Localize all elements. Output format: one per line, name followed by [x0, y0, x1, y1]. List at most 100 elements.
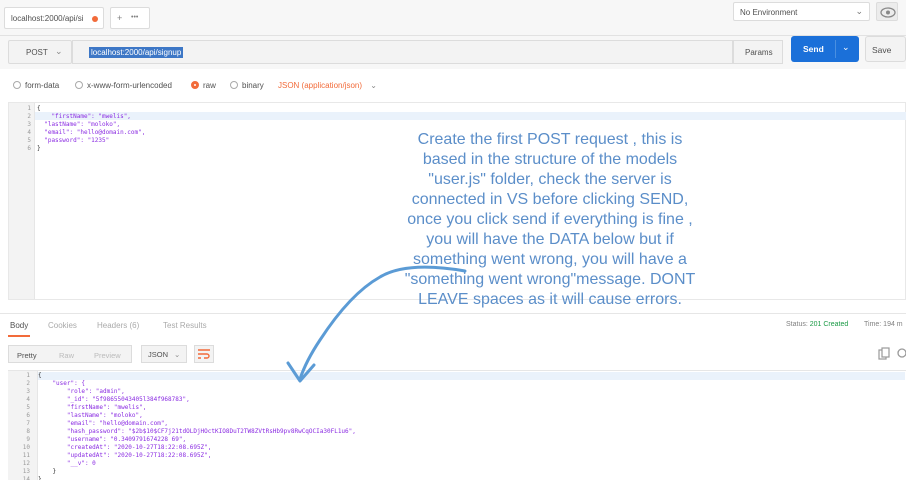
send-divider — [835, 40, 836, 58]
wrap-lines-button[interactable] — [194, 345, 214, 363]
line-number: 5 — [26, 404, 30, 411]
line-number: 4 — [27, 129, 31, 136]
method-label: POST — [26, 48, 48, 57]
code-line: } — [37, 145, 41, 152]
active-tab-underline — [8, 335, 30, 337]
save-button[interactable]: Save — [865, 36, 906, 62]
tab-body[interactable]: Body — [10, 321, 28, 330]
code-line: { — [37, 105, 41, 112]
view-raw-button[interactable]: Raw — [59, 351, 74, 360]
environment-select[interactable]: No Environment ⌄ — [733, 2, 870, 21]
status-value: 201 Created — [809, 321, 849, 328]
code-line: } — [38, 468, 57, 475]
view-mode-group: Pretty Raw Preview — [8, 345, 132, 363]
line-number: 14 — [22, 476, 30, 480]
response-format-select[interactable]: JSON ⌄ — [141, 345, 187, 363]
url-text: localhost:2000/api/signup — [89, 47, 184, 58]
radio-icon — [75, 81, 83, 89]
chevron-down-icon[interactable]: ⌄ — [842, 42, 850, 53]
annotation-arrow-icon — [286, 265, 467, 383]
line-number: 8 — [26, 428, 30, 435]
radio-selected-icon — [191, 81, 199, 89]
radio-icon — [13, 81, 21, 89]
code-line: "username": "0.3409791674228 69", — [38, 436, 187, 443]
radio-label: binary — [242, 81, 264, 90]
line-number: 12 — [22, 460, 30, 467]
code-line: "updatedAt": "2020-10-27T18:22:08.695Z", — [38, 452, 212, 459]
code-line: } — [38, 476, 42, 480]
radio-label: form-data — [25, 81, 60, 90]
send-label: Send — [803, 44, 824, 54]
send-button[interactable]: Send ⌄ — [791, 36, 859, 62]
code-line: "__v": 0 — [38, 460, 96, 467]
chevron-down-icon: ⌄ — [370, 81, 377, 90]
content-type-select[interactable]: JSON (application/json) ⌄ — [278, 81, 377, 90]
line-number: 2 — [27, 113, 31, 120]
chevron-down-icon: ⌄ — [855, 6, 863, 16]
line-number: 1 — [27, 105, 31, 112]
line-number: 13 — [22, 468, 30, 475]
more-tabs-button[interactable]: ••• — [131, 14, 138, 21]
tab-headers[interactable]: Headers (6) — [97, 321, 139, 330]
line-number: 4 — [26, 396, 30, 403]
params-label: Params — [745, 48, 773, 57]
line-number: 7 — [26, 420, 30, 427]
chevron-down-icon: ⌄ — [174, 350, 181, 359]
code-line: { — [38, 372, 42, 379]
view-pretty-button[interactable]: Pretty — [17, 351, 37, 360]
copy-icon[interactable] — [878, 347, 890, 360]
line-gutter: 1 2 3 4 5 6 7 8 9 10 11 12 13 14 — [8, 371, 38, 480]
save-label: Save — [872, 45, 892, 55]
response-status: Status: 201 Created — [786, 321, 848, 328]
code-line: "_id": "5f98655043405l384f968783", — [38, 396, 190, 403]
line-number: 10 — [22, 444, 30, 451]
line-number: 1 — [26, 372, 30, 379]
line-number: 3 — [27, 121, 31, 128]
code-line: "lastName": "moloko", — [37, 121, 121, 128]
line-number: 6 — [27, 145, 31, 152]
status-label: Status: — [786, 321, 808, 328]
line-gutter: 1 2 3 4 5 6 — [9, 103, 35, 299]
eye-icon — [880, 7, 896, 18]
radio-icon — [230, 81, 238, 89]
code-line: "email": "hello@domain.com", — [37, 129, 146, 136]
code-line: "password": "1235" — [37, 137, 110, 144]
view-preview-button[interactable]: Preview — [94, 351, 121, 360]
request-tab[interactable]: localhost:2000/api/si — [4, 7, 104, 29]
code-line: "email": "hello@domain.com", — [38, 420, 169, 427]
new-tab-button[interactable]: + — [117, 13, 122, 23]
tab-actions: + ••• — [110, 7, 150, 29]
code-line: "firstName": "mwelis", — [37, 113, 131, 120]
params-button[interactable]: Params — [733, 40, 783, 64]
tab-cookies[interactable]: Cookies — [48, 321, 77, 330]
line-number: 9 — [26, 436, 30, 443]
unsaved-dot-icon — [92, 16, 98, 22]
line-number: 3 — [26, 388, 30, 395]
url-input[interactable]: localhost:2000/api/signup — [72, 40, 733, 64]
code-line: "createdAt": "2020-10-27T18:22:08.695Z", — [38, 444, 212, 451]
radio-label: x-www-form-urlencoded — [87, 81, 172, 90]
tab-bar: localhost:2000/api/si + ••• No Environme… — [0, 0, 906, 36]
code-line: "firstName": "mwelis", — [38, 404, 147, 411]
content-type-label: JSON (application/json) — [278, 81, 363, 90]
line-number: 6 — [26, 412, 30, 419]
line-number: 5 — [27, 137, 31, 144]
environment-quick-look-button[interactable] — [876, 2, 898, 21]
active-line-highlight — [10, 112, 906, 120]
format-label: JSON — [148, 350, 169, 359]
radio-label: raw — [203, 81, 216, 90]
code-line: "user": { — [38, 380, 85, 387]
request-bar: POST ⌄ localhost:2000/api/signup Params … — [0, 36, 906, 69]
code-line: "lastName": "moloko", — [38, 412, 143, 419]
tab-test-results[interactable]: Test Results — [163, 321, 207, 330]
line-number: 2 — [26, 380, 30, 387]
chevron-down-icon: ⌄ — [55, 46, 63, 56]
search-icon[interactable] — [896, 347, 906, 360]
request-tab-title: localhost:2000/api/si — [11, 14, 84, 23]
wrap-icon — [198, 349, 210, 359]
line-number: 11 — [22, 452, 30, 459]
method-select[interactable]: POST ⌄ — [8, 40, 72, 64]
environment-label: No Environment — [740, 8, 798, 17]
code-line: "hash_password": "$2b$10$CF7j21tdOLDjHOc… — [38, 428, 356, 435]
code-line: "role": "admin", — [38, 388, 125, 395]
